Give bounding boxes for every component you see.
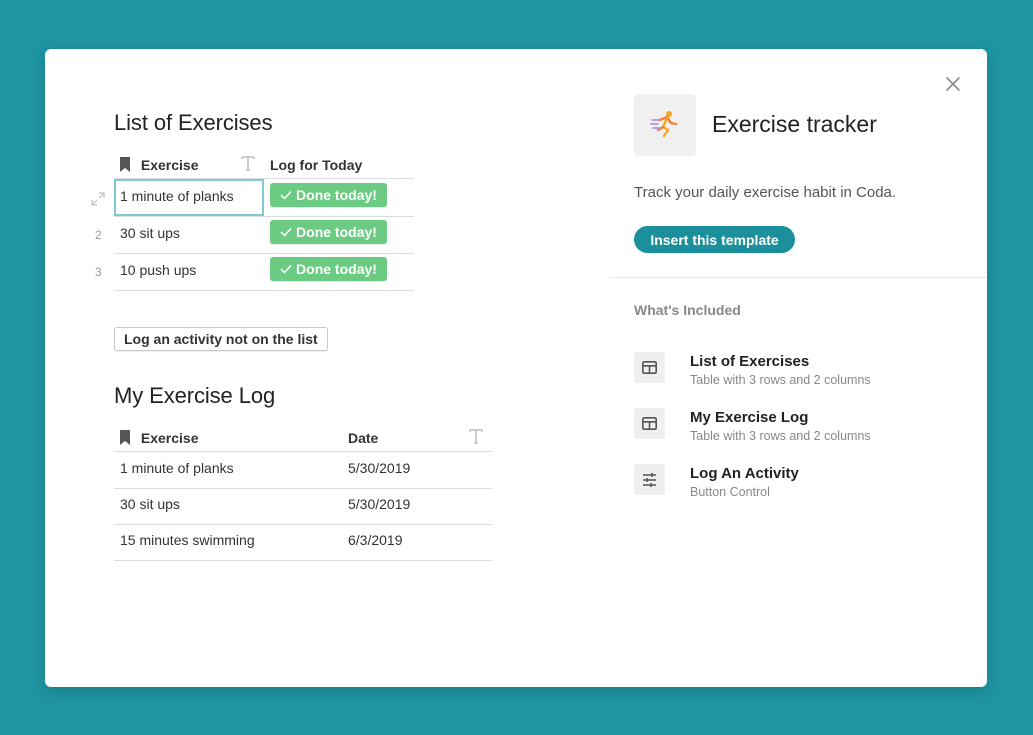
template-info-panel: Exercise tracker Track your daily exerci… bbox=[610, 49, 987, 687]
included-item[interactable]: Log An Activity Button Control bbox=[634, 464, 974, 504]
row-number: 3 bbox=[95, 265, 102, 279]
expand-row-icon[interactable] bbox=[90, 191, 106, 212]
included-item-subtitle: Button Control bbox=[690, 485, 770, 499]
check-icon bbox=[280, 227, 292, 237]
column-header-exercise[interactable]: Exercise bbox=[119, 430, 199, 448]
included-item-subtitle: Table with 3 rows and 2 columns bbox=[690, 373, 871, 387]
included-item-title: My Exercise Log bbox=[690, 409, 809, 426]
column-header-log-for-today[interactable]: Log for Today bbox=[270, 157, 362, 173]
log-activity-button[interactable]: Log an activity not on the list bbox=[114, 327, 328, 351]
included-item-subtitle: Table with 3 rows and 2 columns bbox=[690, 429, 871, 443]
done-today-button[interactable]: Done today! bbox=[270, 220, 387, 244]
template-modal: List of Exercises Exercise Log for Today… bbox=[45, 49, 987, 687]
column-header-exercise[interactable]: Exercise bbox=[119, 157, 199, 175]
section-divider bbox=[610, 277, 987, 278]
my-exercise-log-heading: My Exercise Log bbox=[114, 383, 276, 408]
text-type-icon[interactable] bbox=[241, 156, 255, 176]
row-number: 2 bbox=[95, 228, 102, 242]
log-exercise-cell[interactable]: 1 minute of planks bbox=[120, 460, 234, 476]
exercise-cell[interactable]: 30 sit ups bbox=[120, 225, 180, 241]
table-divider bbox=[114, 524, 492, 525]
template-description: Track your daily exercise habit in Coda. bbox=[634, 184, 897, 201]
done-today-button[interactable]: Done today! bbox=[270, 257, 387, 281]
included-item[interactable]: List of Exercises Table with 3 rows and … bbox=[634, 352, 974, 392]
template-title: Exercise tracker bbox=[712, 111, 877, 137]
bookmark-icon bbox=[119, 430, 131, 448]
whats-included-heading: What's Included bbox=[634, 302, 741, 318]
log-exercise-cell[interactable]: 30 sit ups bbox=[120, 496, 180, 512]
insert-template-button[interactable]: Insert this template bbox=[634, 226, 795, 253]
done-today-button[interactable]: Done today! bbox=[270, 183, 387, 207]
table-icon bbox=[634, 408, 665, 439]
runner-icon bbox=[634, 94, 696, 156]
template-preview: List of Exercises Exercise Log for Today… bbox=[45, 49, 605, 687]
table-divider bbox=[114, 290, 414, 291]
table-divider bbox=[114, 253, 414, 254]
exercise-cell[interactable]: 1 minute of planks bbox=[120, 188, 234, 204]
table-divider bbox=[114, 216, 414, 217]
included-item[interactable]: My Exercise Log Table with 3 rows and 2 … bbox=[634, 408, 974, 448]
column-header-date[interactable]: Date bbox=[348, 430, 378, 446]
table-divider bbox=[114, 560, 492, 561]
table-divider bbox=[114, 488, 492, 489]
sliders-icon bbox=[634, 464, 665, 495]
log-date-cell[interactable]: 5/30/2019 bbox=[348, 460, 410, 476]
text-type-icon[interactable] bbox=[469, 429, 483, 449]
table-icon bbox=[634, 352, 665, 383]
bookmark-icon bbox=[119, 157, 131, 175]
log-date-cell[interactable]: 6/3/2019 bbox=[348, 532, 403, 548]
table-divider bbox=[114, 451, 492, 452]
included-item-title: Log An Activity bbox=[690, 465, 799, 482]
log-exercise-cell[interactable]: 15 minutes swimming bbox=[120, 532, 255, 548]
list-of-exercises-heading: List of Exercises bbox=[114, 110, 273, 135]
included-item-title: List of Exercises bbox=[690, 353, 810, 370]
exercise-cell[interactable]: 10 push ups bbox=[120, 262, 196, 278]
log-date-cell[interactable]: 5/30/2019 bbox=[348, 496, 410, 512]
check-icon bbox=[280, 264, 292, 274]
check-icon bbox=[280, 190, 292, 200]
